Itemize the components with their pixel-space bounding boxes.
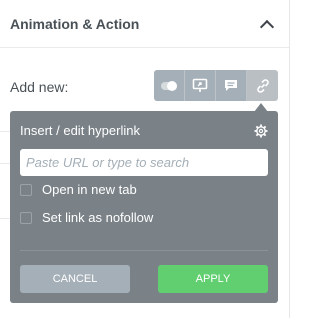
toggle-icon [161, 80, 177, 91]
link-icon [256, 78, 269, 93]
open-new-tab-label: Open in new tab [42, 182, 137, 197]
chevron-up-icon[interactable] [259, 19, 275, 35]
comment-icon [225, 80, 237, 91]
link-button[interactable] [247, 70, 278, 101]
nofollow-checkbox[interactable] [20, 211, 32, 224]
nofollow-label: Set link as nofollow [42, 210, 154, 225]
open-new-tab-checkbox[interactable] [20, 183, 32, 196]
comment-button[interactable] [216, 70, 247, 101]
background-divider [0, 131, 10, 132]
popup-button[interactable] [185, 70, 216, 101]
background-divider [0, 163, 10, 164]
insert-link-popover: Insert / edit hyperlink Open in new tab … [10, 111, 278, 303]
toggle-button[interactable] [154, 70, 185, 101]
url-input[interactable] [20, 149, 268, 176]
add-new-label: Add new: [10, 79, 69, 95]
cancel-button[interactable]: CANCEL [20, 265, 130, 293]
panel-border [289, 0, 290, 318]
popover-divider [20, 250, 268, 251]
popover-title: Insert / edit hyperlink [20, 123, 140, 138]
section-title: Animation & Action [10, 16, 140, 32]
popup-icon [192, 78, 208, 92]
gear-icon[interactable] [254, 124, 268, 138]
section-header[interactable]: Animation & Action [0, 0, 289, 48]
background-divider [0, 218, 10, 219]
add-new-toolbar [154, 70, 278, 101]
apply-button[interactable]: APPLY [158, 265, 268, 293]
open-new-tab-option[interactable]: Open in new tab [20, 182, 137, 197]
nofollow-option[interactable]: Set link as nofollow [20, 210, 153, 225]
